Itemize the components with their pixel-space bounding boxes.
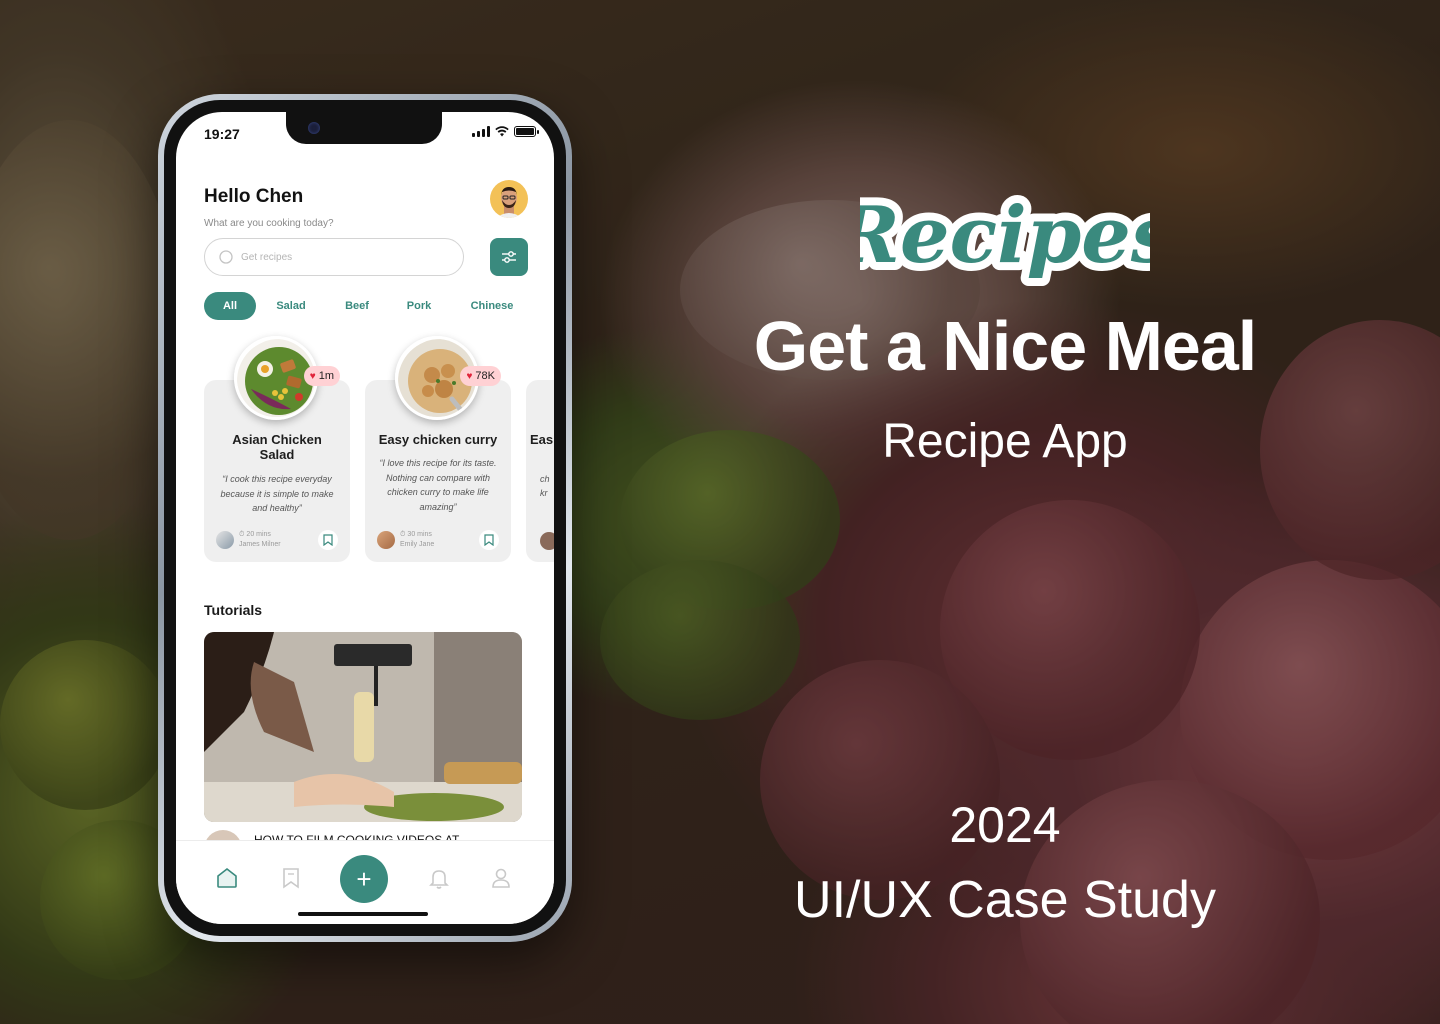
heart-icon: ♥ [466,370,473,382]
save-recipe-button[interactable] [479,530,499,550]
hero-subtitle: Recipe App [882,415,1128,468]
bookmark-icon [283,868,299,889]
user-icon [492,868,510,888]
recipe-card[interactable]: ♥ 1m Asian Chicken Salad “I cook this rec… [204,336,350,562]
hero-title: Get a Nice Meal [753,307,1257,385]
timer-icon: ⏱ [400,531,406,538]
home-indicator [298,912,428,916]
recipe-title: Asian Chicken Salad [232,432,322,462]
sliders-icon [502,251,516,263]
recipes-logo: Recipes Recipes [825,170,1183,310]
author-avatar [216,531,234,549]
cook-time: ⏱ 20 mins [239,530,281,540]
search-input[interactable] [241,251,421,263]
tab-home[interactable] [214,865,240,891]
phone-notch [286,112,442,144]
phone-mockup: 19:27 Hello Chen What are you cooking to… [158,94,572,942]
bookmark-icon [323,534,333,546]
likes-badge: ♥ 1m [303,366,340,386]
recipe-quote-partial: kr [540,488,548,498]
likes-badge: ♥ 78K [460,366,501,386]
recipe-quote: “I cook this recipe everyday because it … [220,474,334,513]
greeting-subtitle: What are you cooking today? [204,218,334,229]
filter-button[interactable] [490,238,528,276]
category-salad[interactable]: Salad [256,292,326,320]
phone-bezel: 19:27 Hello Chen What are you cooking to… [164,100,566,936]
add-recipe-button[interactable]: + [340,855,388,903]
category-all[interactable]: All [204,292,256,320]
tab-notifications[interactable] [426,865,452,891]
hero-year: 2024 [949,797,1061,853]
status-icons [472,126,539,137]
category-pork[interactable]: Pork [388,292,450,320]
cook-time-value: 30 mins [407,531,432,538]
category-beef[interactable]: Beef [326,292,388,320]
bottom-tab-bar: + [176,840,554,924]
category-tabs: All Salad Beef Pork Chinese [204,292,534,320]
likes-count: 78K [475,370,495,382]
recipe-quote-partial: ch [540,474,550,484]
avatar-face-icon [496,187,522,218]
recipe-quote: “I love this recipe for its taste. Nothi… [379,458,497,512]
status-time: 19:27 [204,126,240,142]
author-name: Emily Jane [400,541,435,548]
hero-case-study: UI/UX Case Study [794,871,1216,929]
cooking-video-image [204,632,522,822]
category-chinese[interactable]: Chinese [450,292,534,320]
save-recipe-button[interactable] [318,530,338,550]
author-name: James Milner [239,541,281,548]
tab-profile[interactable] [488,865,514,891]
recipe-title: Easy chicken curry [378,432,498,447]
author-avatar [377,531,395,549]
recipe-meta: ⏱ 20 mins James Milner [216,530,281,550]
author-avatar [540,532,554,550]
cook-time-value: 20 mins [246,531,271,538]
app-screen: 19:27 Hello Chen What are you cooking to… [176,112,554,924]
timer-icon: ⏱ [239,531,245,538]
likes-count: 1m [318,370,334,382]
recipe-title-partial: Eas [530,432,554,447]
front-camera [308,122,320,134]
search-icon [219,250,233,264]
signal-icon [472,126,490,137]
tutorial-video-thumbnail[interactable] [204,632,522,822]
battery-icon [514,126,539,137]
user-avatar[interactable] [490,180,528,218]
bookmark-icon [484,534,494,546]
cook-time: ⏱ 30 mins [400,530,434,540]
tutorials-heading: Tutorials [204,602,263,618]
recipe-card-partial[interactable]: Eas ch kr [526,380,554,562]
wifi-icon [495,126,509,137]
plus-icon: + [356,863,372,894]
home-icon [217,867,237,888]
search-bar[interactable] [204,238,464,276]
recipe-card[interactable]: ♥ 78K Easy chicken curry “I love this rec… [365,336,511,562]
logo-text: Recipes [860,190,1150,281]
tab-saved[interactable] [278,865,304,891]
bell-icon [429,870,449,889]
heart-icon: ♥ [309,370,316,382]
greeting-title: Hello Chen [204,186,304,207]
recipe-meta: ⏱ 30 mins Emily Jane [377,530,434,550]
